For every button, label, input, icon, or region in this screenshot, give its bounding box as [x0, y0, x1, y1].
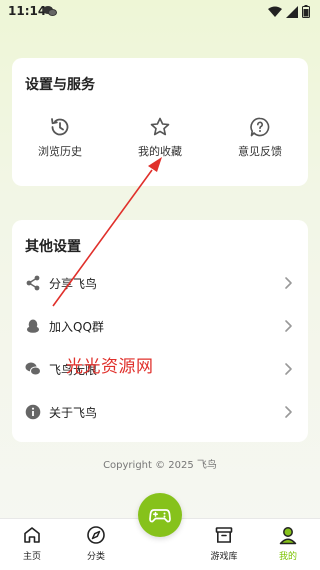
- status-time: 11:14: [8, 4, 47, 18]
- share-label: 分享飞鸟: [49, 277, 98, 291]
- signal-icon: [286, 5, 298, 18]
- share-icon: [26, 275, 40, 291]
- battery-icon: [302, 5, 310, 18]
- qq-icon: [27, 319, 39, 333]
- history-button[interactable]: 浏览历史: [15, 116, 105, 159]
- favorites-button[interactable]: 我的收藏: [115, 116, 205, 159]
- feiniao-unlimited-row[interactable]: 飞鸟无限: [12, 355, 308, 385]
- chat-bubbles-icon: [43, 6, 57, 16]
- watermark-text: 光光资源网: [66, 357, 154, 377]
- home-icon: [24, 527, 40, 543]
- tab-game-library[interactable]: 游戏库: [194, 525, 254, 562]
- archive-icon: [215, 527, 233, 543]
- share-row[interactable]: 分享飞鸟: [12, 269, 308, 299]
- feedback-label: 意见反馈: [238, 145, 282, 158]
- feedback-button[interactable]: 意见反馈: [215, 116, 305, 159]
- history-icon: [51, 118, 69, 136]
- join-qq-label: 加入QQ群: [49, 320, 104, 334]
- tab-categories-label: 分类: [86, 552, 105, 562]
- chevron-right-icon: [285, 320, 292, 332]
- status-bar: 11:14: [0, 0, 320, 24]
- services-title: 设置与服务: [25, 77, 95, 93]
- about-label: 关于飞鸟: [49, 406, 98, 420]
- tab-categories[interactable]: 分类: [66, 525, 126, 562]
- chevron-right-icon: [285, 277, 292, 289]
- join-qq-row[interactable]: 加入QQ群: [12, 312, 308, 342]
- wechat-icon: [25, 362, 41, 376]
- compass-icon: [87, 526, 105, 544]
- tab-home[interactable]: 主页: [2, 525, 62, 562]
- other-settings-card: 其他设置 分享飞鸟 加入QQ群 飞鸟无限 关于飞鸟: [12, 220, 308, 442]
- copyright-text: Copyright © 2025 飞鸟: [103, 460, 217, 471]
- user-icon: [279, 527, 297, 545]
- services-card: 设置与服务 浏览历史 我的收藏 意见反馈: [12, 58, 308, 186]
- game-center-button[interactable]: [138, 493, 182, 537]
- tab-game-library-label: 游戏库: [210, 552, 238, 562]
- gamepad-icon: [149, 509, 171, 523]
- history-label: 浏览历史: [38, 145, 82, 158]
- star-icon: [150, 117, 170, 136]
- tab-mine[interactable]: 我的: [258, 525, 318, 562]
- wifi-icon: [268, 6, 282, 17]
- chevron-right-icon: [285, 363, 292, 375]
- tab-home-label: 主页: [22, 552, 41, 562]
- tab-mine-label: 我的: [278, 552, 297, 562]
- chevron-right-icon: [285, 406, 292, 418]
- other-settings-title: 其他设置: [25, 239, 81, 255]
- info-icon: [25, 404, 41, 420]
- about-row[interactable]: 关于飞鸟: [12, 398, 308, 428]
- favorites-label: 我的收藏: [138, 145, 182, 158]
- feedback-icon: [250, 117, 270, 137]
